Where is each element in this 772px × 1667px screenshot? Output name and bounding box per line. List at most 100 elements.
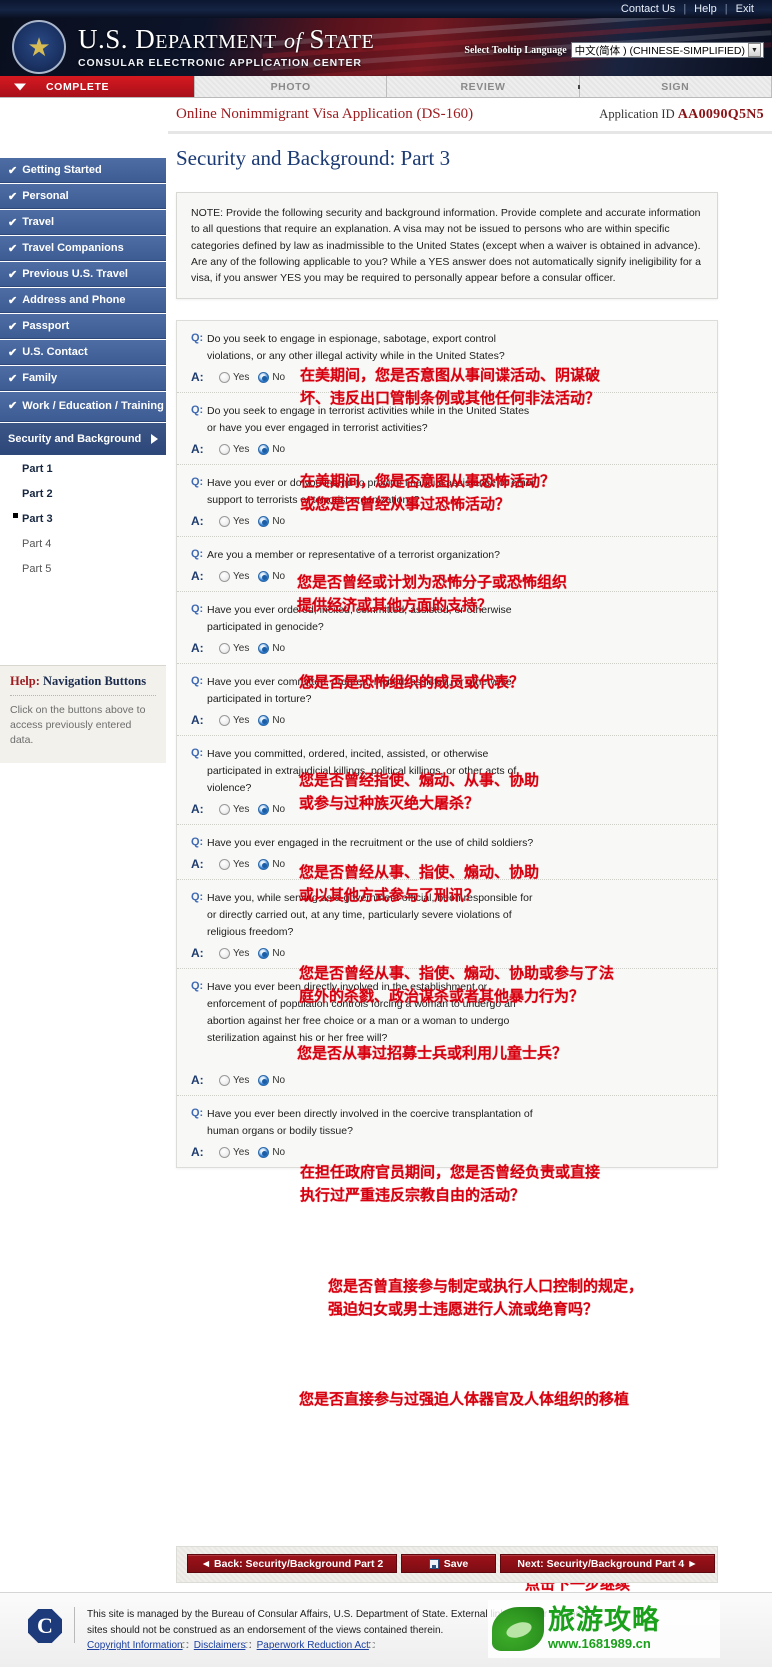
- radio-no[interactable]: No: [258, 803, 285, 815]
- radio-yes[interactable]: Yes: [219, 570, 249, 582]
- tooltip-language-control[interactable]: Select Tooltip Language 中文(简体 ) (CHINESE…: [464, 42, 764, 58]
- tab-sign[interactable]: SIGN: [579, 76, 772, 97]
- paperwork-reduction-act-link[interactable]: Paperwork Reduction Act: [257, 1640, 369, 1651]
- radio-button-icon[interactable]: [219, 515, 230, 527]
- annotation-overlay: 您是否直接参与过强迫人体器官及人体组织的移植: [299, 1391, 630, 1408]
- radio-yes[interactable]: Yes: [219, 858, 249, 870]
- sidebar-item-travel[interactable]: ✔ Travel: [0, 210, 166, 235]
- radio-yes[interactable]: Yes: [219, 1074, 249, 1086]
- answer-radio-group[interactable]: Yes No: [219, 515, 285, 527]
- sidebar-subitem-part-4[interactable]: Part 4: [0, 531, 166, 556]
- radio-yes[interactable]: Yes: [219, 714, 249, 726]
- sidebar-item-security-and-background[interactable]: Security and Background: [0, 423, 166, 455]
- save-button[interactable]: Save: [401, 1554, 496, 1573]
- answer-radio-group[interactable]: Yes No: [219, 1074, 285, 1086]
- sidebar-item-work-education-training[interactable]: ✔ Work / Education / Training: [0, 392, 166, 422]
- radio-yes[interactable]: Yes: [219, 803, 249, 815]
- radio-button-icon[interactable]: [258, 371, 270, 383]
- sidebar-subitem-part-2[interactable]: Part 2: [0, 481, 166, 506]
- radio-no[interactable]: No: [258, 570, 285, 582]
- radio-yes[interactable]: Yes: [219, 1146, 249, 1158]
- sidebar-item-travel-companions[interactable]: ✔ Travel Companions: [0, 236, 166, 261]
- radio-no[interactable]: No: [258, 515, 285, 527]
- check-icon: ✔: [8, 400, 18, 413]
- sidebar-item-getting-started[interactable]: ✔ Getting Started: [0, 158, 166, 183]
- contact-us-link[interactable]: Contact Us: [613, 3, 683, 15]
- answer-radio-group[interactable]: Yes No: [219, 1146, 285, 1158]
- exit-link[interactable]: Exit: [728, 3, 762, 15]
- radio-no[interactable]: No: [258, 642, 285, 654]
- radio-no-label: No: [272, 947, 286, 959]
- external-link-icon: ⛶: [182, 1641, 189, 1650]
- answer-radio-group[interactable]: Yes No: [219, 570, 285, 582]
- radio-no[interactable]: No: [258, 371, 285, 383]
- radio-button-icon[interactable]: [219, 642, 230, 654]
- radio-button-icon[interactable]: [258, 642, 270, 654]
- radio-no[interactable]: No: [258, 714, 285, 726]
- copyright-information-link[interactable]: Copyright Information: [87, 1640, 183, 1651]
- radio-button-icon[interactable]: [258, 714, 270, 726]
- external-link-icon: ⛶: [368, 1641, 375, 1650]
- radio-button-icon[interactable]: [219, 803, 230, 815]
- question-label: Q:: [191, 675, 204, 687]
- radio-yes[interactable]: Yes: [219, 642, 249, 654]
- radio-button-icon[interactable]: [258, 515, 270, 527]
- radio-yes[interactable]: Yes: [219, 947, 249, 959]
- disclaimers-link[interactable]: Disclaimers: [194, 1640, 246, 1651]
- radio-button-icon[interactable]: [258, 1146, 270, 1158]
- sidebar-item-family[interactable]: ✔ Family: [0, 366, 166, 391]
- radio-button-icon[interactable]: [258, 570, 270, 582]
- radio-button-icon[interactable]: [219, 443, 230, 455]
- radio-button-icon[interactable]: [258, 1074, 270, 1086]
- question-text: Have you ever or do you intend to provid…: [207, 477, 536, 506]
- radio-button-icon[interactable]: [258, 803, 270, 815]
- question-text: Do you seek to engage in terrorist activ…: [207, 405, 530, 434]
- radio-button-icon[interactable]: [258, 947, 270, 959]
- radio-button-icon[interactable]: [219, 858, 230, 870]
- answer-radio-group[interactable]: Yes No: [219, 947, 286, 959]
- chevron-down-icon[interactable]: ▼: [748, 43, 761, 57]
- tab-photo[interactable]: PHOTO: [195, 76, 388, 97]
- sidebar-item-passport[interactable]: ✔ Passport: [0, 314, 166, 339]
- sidebar-subitem-part-1[interactable]: Part 1: [0, 456, 166, 481]
- answer-radio-group[interactable]: Yes No: [219, 714, 285, 726]
- next-button[interactable]: Next: Security/Background Part 4 ►: [500, 1554, 715, 1573]
- radio-button-icon[interactable]: [258, 858, 270, 870]
- radio-no[interactable]: No: [258, 947, 286, 959]
- radio-no[interactable]: No: [258, 1074, 285, 1086]
- answer-radio-group[interactable]: Yes No: [219, 443, 285, 455]
- radio-button-icon[interactable]: [219, 570, 230, 582]
- radio-no[interactable]: No: [258, 858, 285, 870]
- sidebar-item-personal[interactable]: ✔ Personal: [0, 184, 166, 209]
- sidebar-item-address-and-phone[interactable]: ✔ Address and Phone: [0, 288, 166, 313]
- back-button[interactable]: ◄ Back: Security/Background Part 2: [187, 1554, 397, 1573]
- sidebar-item-us-contact[interactable]: ✔ U.S. Contact: [0, 340, 166, 365]
- tab-review[interactable]: REVIEW: [387, 76, 582, 97]
- radio-button-icon[interactable]: [258, 443, 270, 455]
- radio-yes[interactable]: Yes: [219, 515, 249, 527]
- chevron-right-icon: [151, 433, 158, 444]
- radio-button-icon[interactable]: [219, 371, 230, 383]
- radio-button-icon[interactable]: [219, 1074, 230, 1086]
- answer-radio-group[interactable]: Yes No: [219, 803, 285, 815]
- radio-no[interactable]: No: [258, 1146, 285, 1158]
- radio-button-icon[interactable]: [219, 714, 230, 726]
- question-label: Q:: [191, 747, 204, 759]
- radio-yes[interactable]: Yes: [219, 371, 249, 383]
- radio-no[interactable]: No: [258, 443, 285, 455]
- radio-button-icon[interactable]: [219, 947, 230, 959]
- question-row: Q: Do you seek to engage in terrorist act…: [177, 393, 717, 465]
- answer-radio-group[interactable]: Yes No: [219, 642, 285, 654]
- sidebar-item-previous-us-travel[interactable]: ✔ Previous U.S. Travel: [0, 262, 166, 287]
- answer-radio-group[interactable]: Yes No: [219, 371, 285, 383]
- radio-yes[interactable]: Yes: [219, 443, 249, 455]
- tooltip-language-label: Select Tooltip Language: [464, 44, 567, 56]
- radio-button-icon[interactable]: [219, 1146, 230, 1158]
- tab-complete[interactable]: COMPLETE: [0, 76, 195, 97]
- sidebar-subitem-part-5[interactable]: Part 5: [0, 556, 166, 581]
- help-link[interactable]: Help: [686, 3, 725, 15]
- answer-radio-group[interactable]: Yes No: [219, 858, 285, 870]
- sidebar-subitem-part-3[interactable]: Part 3: [0, 506, 166, 531]
- tooltip-language-select[interactable]: 中文(简体 ) (CHINESE-SIMPLIFIED) ▼: [570, 42, 764, 58]
- brand-subtitle: CONSULAR ELECTRONIC APPLICATION CENTER: [78, 57, 362, 69]
